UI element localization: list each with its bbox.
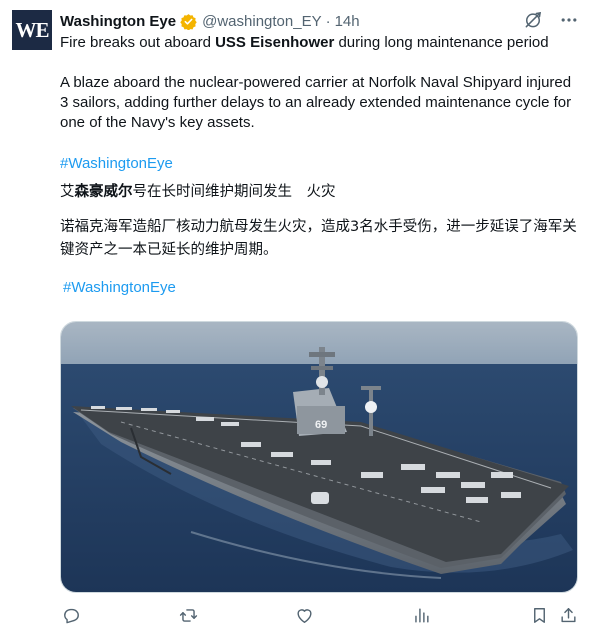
avatar-logo-text: WE bbox=[15, 17, 49, 42]
headline-bold-ship-name: USS Eisenhower bbox=[215, 34, 335, 51]
header-actions bbox=[523, 10, 579, 30]
body-en: A blaze aboard the nuclear-powered carri… bbox=[60, 74, 572, 131]
aircraft-carrier-photo[interactable]: 69 bbox=[60, 321, 578, 593]
share-icon[interactable] bbox=[557, 604, 579, 626]
like-icon[interactable] bbox=[293, 604, 315, 626]
verified-badge-icon[interactable] bbox=[180, 13, 197, 30]
headline-en: Fire breaks out aboard USS Eisenhower du… bbox=[60, 34, 549, 51]
tweet-text: Fire breaks out aboard USS Eisenhower du… bbox=[60, 33, 580, 298]
body-zh: 诺福克海军造船厂核动力航母发生火灾，造成3名水手受伤，进一步延误了海军关键资产之… bbox=[60, 219, 577, 258]
hashtag-link[interactable]: #WashingtonEye bbox=[60, 278, 580, 298]
user-handle[interactable]: @washington_EY bbox=[202, 13, 321, 30]
tweet: WE Washington Eye @washington_EY · 14h F… bbox=[0, 0, 593, 639]
repost-icon[interactable] bbox=[177, 604, 199, 626]
hull-number: 69 bbox=[315, 419, 327, 431]
tweet-header: Washington Eye @washington_EY · 14h bbox=[60, 11, 360, 31]
tweet-actions bbox=[60, 604, 580, 626]
more-icon[interactable] bbox=[559, 10, 579, 30]
bookmark-icon[interactable] bbox=[528, 604, 550, 626]
views-icon[interactable] bbox=[410, 604, 432, 626]
headline-zh: 艾森豪威尔号在长时间维护期间发生 火灾 bbox=[60, 184, 336, 200]
reply-icon[interactable] bbox=[60, 604, 82, 626]
hashtag-link[interactable]: #WashingtonEye bbox=[60, 154, 580, 174]
avatar[interactable]: WE bbox=[12, 10, 52, 50]
display-name[interactable]: Washington Eye bbox=[60, 13, 176, 30]
grok-icon[interactable] bbox=[523, 10, 543, 30]
separator-dot: · bbox=[325, 12, 331, 30]
headline-zh-bold: 森豪威尔 bbox=[74, 184, 133, 200]
post-timestamp[interactable]: 14h bbox=[335, 13, 360, 30]
